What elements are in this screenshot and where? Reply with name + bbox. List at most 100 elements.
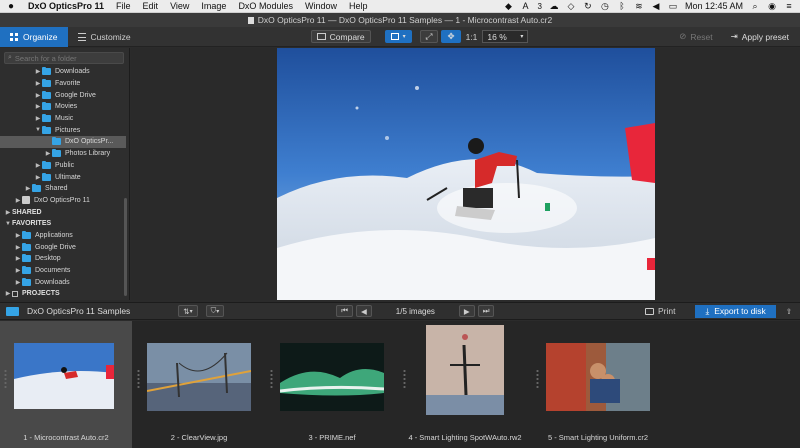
disclosure-closed-icon[interactable]: ▶ <box>4 290 12 297</box>
disclosure-open-icon[interactable]: ▼ <box>34 127 42 133</box>
folder-tree-item[interactable]: DxO OpticsPr... <box>0 136 126 148</box>
disclosure-closed-icon[interactable]: ▶ <box>14 279 22 286</box>
tab-organize[interactable]: Organize <box>0 26 68 47</box>
ratio-label[interactable]: 1:1 <box>466 32 478 42</box>
menu-image[interactable]: Image <box>195 1 232 11</box>
evernote-icon[interactable]: ◆ <box>504 1 514 12</box>
filter-button[interactable]: ⛉ ▾ <box>205 305 225 317</box>
filmstrip-thumbnail[interactable]: 4 - Smart Lighting SpotWAuto.rw2 <box>399 321 531 448</box>
folder-tree-item[interactable]: ▶ Google Drive <box>0 241 126 253</box>
folder-tree-item[interactable]: ▶ DxO OpticsPro 11 <box>0 195 126 207</box>
notification-center-icon[interactable]: ≡ <box>784 1 794 11</box>
share-button[interactable]: ⇧ <box>782 305 796 317</box>
disclosure-closed-icon[interactable]: ▶ <box>34 80 42 87</box>
folder-tree-item[interactable]: ▶ Public <box>0 160 126 172</box>
print-button[interactable]: Print <box>644 306 675 316</box>
previous-image-button[interactable]: ◀ <box>356 305 372 317</box>
disclosure-closed-icon[interactable]: ▶ <box>4 209 12 216</box>
zoom-100-button[interactable]: ✥ <box>441 30 461 43</box>
disclosure-closed-icon[interactable]: ▶ <box>34 68 42 75</box>
reset-button[interactable]: ⊘ Reset <box>674 30 717 43</box>
bluetooth-icon[interactable]: ᛒ <box>617 1 627 11</box>
folder-tree-item[interactable]: ▶ Downloads <box>0 66 126 78</box>
drag-handle-icon[interactable] <box>4 369 7 389</box>
apple-menu-icon[interactable]: ● <box>0 1 22 12</box>
sort-button[interactable]: ⇅ ▾ <box>178 305 198 317</box>
drag-handle-icon[interactable] <box>137 369 140 389</box>
folder-tree-item[interactable]: ▶ Ultimate <box>0 171 126 183</box>
split-view-button[interactable]: ▾ <box>384 30 412 43</box>
folder-tree-item[interactable]: ▶ Favorite <box>0 78 126 90</box>
volume-icon[interactable]: ◀ <box>651 1 661 12</box>
filmstrip-thumbnail[interactable]: 3 - PRIME.nef <box>266 321 398 448</box>
menu-dxo-modules[interactable]: DxO Modules <box>232 1 299 11</box>
apply-preset-button[interactable]: ⇥ Apply preset <box>726 30 794 43</box>
disclosure-closed-icon[interactable]: ▶ <box>34 103 42 110</box>
sidebar-scrollbar[interactable] <box>124 198 127 296</box>
sliders-icon <box>77 32 86 41</box>
disclosure-closed-icon[interactable]: ▶ <box>44 150 52 157</box>
menu-window[interactable]: Window <box>299 1 343 11</box>
folder-search-input[interactable] <box>14 53 115 63</box>
export-to-disk-button[interactable]: ⤓ Export to disk <box>695 304 776 318</box>
disclosure-closed-icon[interactable]: ▶ <box>14 244 22 251</box>
clock-icon[interactable]: ◷ <box>600 1 610 12</box>
cloud-icon[interactable]: ☁ <box>549 1 559 12</box>
folder-tree-item[interactable]: ▶ Photos Library <box>0 148 126 160</box>
sidebar-section-projects[interactable]: ▶ PROJECTS <box>0 288 126 300</box>
folder-tree-item[interactable]: ▶ Documents <box>0 265 126 277</box>
disclosure-closed-icon[interactable]: ▶ <box>34 162 42 169</box>
disclosure-closed-icon[interactable]: ▶ <box>34 92 42 99</box>
filmstrip-thumbnail[interactable]: 2 - ClearView.jpg <box>133 321 265 448</box>
disclosure-open-icon[interactable]: ▼ <box>4 221 12 227</box>
folder-tree-item[interactable]: ▶ Google Drive <box>0 89 126 101</box>
folder-tree-item[interactable]: ▼ Pictures <box>0 124 126 136</box>
disclosure-closed-icon[interactable]: ▶ <box>34 115 42 122</box>
compare-button[interactable]: Compare <box>310 30 371 43</box>
folder-tree-item[interactable]: ▶ Downloads <box>0 276 126 288</box>
zoom-select[interactable]: 16 % ▾ <box>482 30 529 43</box>
folder-tree-item[interactable]: ▶ Applications <box>0 230 126 242</box>
sync-icon[interactable]: ↻ <box>583 1 593 12</box>
first-image-button[interactable]: ⏮ <box>336 305 353 317</box>
disclosure-closed-icon[interactable]: ▶ <box>14 232 22 239</box>
menu-view[interactable]: View <box>164 1 195 11</box>
folder-tree-item[interactable]: ▶ Movies <box>0 101 126 113</box>
folder-tree-item[interactable]: ▶ Music <box>0 113 126 125</box>
menu-edit[interactable]: Edit <box>137 1 165 11</box>
disclosure-closed-icon[interactable]: ▶ <box>24 185 32 192</box>
drag-handle-icon[interactable] <box>270 369 273 389</box>
drag-handle-icon[interactable] <box>403 369 406 389</box>
folder-tree-item[interactable]: ▶ Desktop <box>0 253 126 265</box>
battery-icon[interactable]: ▭ <box>668 1 678 12</box>
adobe-icon[interactable]: A <box>521 1 531 11</box>
menubar-clock[interactable]: Mon 12:45 AM <box>685 1 743 11</box>
sidebar-section-shared[interactable]: ▶ SHARED <box>0 206 126 218</box>
fit-to-screen-button[interactable]: ⤢ <box>419 30 439 43</box>
dropbox-icon[interactable]: ◇ <box>566 1 576 12</box>
last-image-button[interactable]: ⏭ <box>477 305 495 317</box>
wifi-icon[interactable]: ≋ <box>634 1 644 12</box>
menu-help[interactable]: Help <box>343 1 374 11</box>
folder-tree-label: Applications <box>35 231 73 239</box>
current-folder-name: DxO OpticsPro 11 Samples <box>27 306 131 316</box>
disclosure-closed-icon[interactable]: ▶ <box>14 197 22 204</box>
folder-search[interactable]: ⌕ <box>4 52 124 64</box>
tab-customize[interactable]: Customize <box>68 27 141 47</box>
drag-handle-icon[interactable] <box>536 369 539 389</box>
menu-file[interactable]: File <box>110 1 137 11</box>
filmstrip-thumbnail[interactable]: 1 - Microcontrast Auto.cr2 <box>0 321 132 448</box>
disclosure-closed-icon[interactable]: ▶ <box>34 174 42 181</box>
sidebar-section-favorites[interactable]: ▼ FAVORITES <box>0 218 126 230</box>
user-avatar-icon[interactable]: ◉ <box>767 1 777 12</box>
thumbnail-image <box>426 325 504 415</box>
spotlight-icon[interactable]: ⌕ <box>750 1 760 12</box>
next-image-button[interactable]: ▶ <box>458 305 475 317</box>
main-photo[interactable] <box>277 48 655 300</box>
disclosure-closed-icon[interactable]: ▶ <box>14 267 22 274</box>
filmstrip-thumbnail[interactable]: 5 - Smart Lighting Uniform.cr2 <box>532 321 664 448</box>
disclosure-closed-icon[interactable]: ▶ <box>14 255 22 262</box>
chevron-down-icon: ▾ <box>216 308 220 315</box>
folder-tree-item[interactable]: ▶ Shared <box>0 183 126 195</box>
app-menu[interactable]: DxO OpticsPro 11 <box>22 1 110 11</box>
